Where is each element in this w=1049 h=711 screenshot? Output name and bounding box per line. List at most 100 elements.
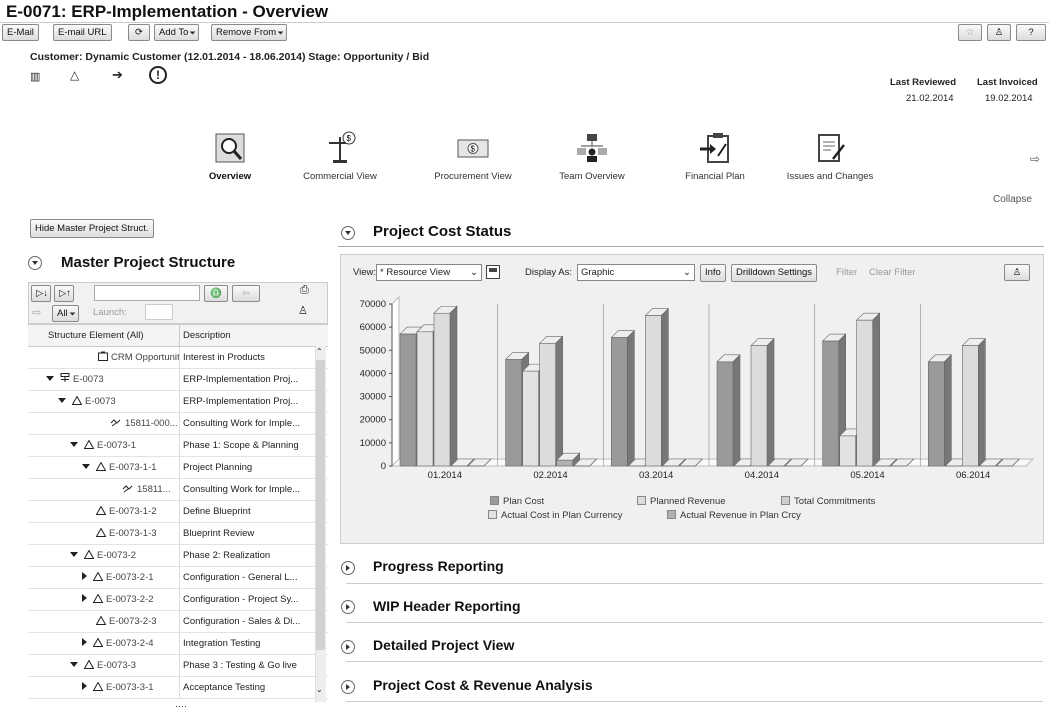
forward-arrow-icon[interactable]: ⇨	[32, 306, 41, 319]
collapsed-arrow-icon[interactable]	[82, 572, 87, 580]
binoculars-button[interactable]: ♎	[204, 285, 228, 302]
expand-progress-reporting-icon[interactable]	[341, 561, 355, 575]
expand-cost-revenue-icon[interactable]	[341, 680, 355, 694]
expanded-arrow-icon[interactable]	[46, 376, 54, 381]
structure-element-cell[interactable]: E-0073-2-2	[28, 589, 180, 611]
cost-revenue-analysis-section[interactable]: Project Cost & Revenue Analysis	[373, 677, 593, 693]
collapse-master-structure-icon[interactable]	[28, 256, 42, 270]
structure-element-cell[interactable]: E-0073-2-3	[28, 611, 180, 633]
nav-procurement-view[interactable]: $ Procurement View	[413, 131, 533, 182]
expand-button[interactable]: ▷↓	[31, 285, 51, 302]
table-row[interactable]: E-0073-3Phase 3 : Testing & Go live	[28, 655, 328, 677]
collapse-cost-status-icon[interactable]	[341, 226, 355, 240]
table-row[interactable]: E-0073-1-3Blueprint Review	[28, 523, 328, 545]
structure-search-input[interactable]	[94, 285, 200, 301]
email-button[interactable]: E-Mail	[2, 24, 39, 41]
scroll-up-icon[interactable]: ⌃	[316, 347, 323, 356]
launch-input[interactable]	[145, 304, 173, 320]
expand-detailed-view-icon[interactable]	[341, 640, 355, 654]
nav-issues-and-changes[interactable]: Issues and Changes	[770, 131, 890, 182]
description-cell: Project Planning	[183, 457, 313, 479]
col-structure-element[interactable]: Structure Element (All)	[28, 325, 180, 347]
structure-element-cell[interactable]: E-0073-2	[28, 545, 180, 567]
structure-element-cell[interactable]: E-0073-1-3	[28, 523, 180, 545]
expanded-arrow-icon[interactable]	[82, 464, 90, 469]
structure-element-cell[interactable]: E-0073-2-1	[28, 567, 180, 589]
filter-link[interactable]: Filter	[836, 267, 857, 278]
structure-element-cell[interactable]: E-0073-2-4	[28, 633, 180, 655]
personalize-button[interactable]: ♙	[987, 24, 1011, 41]
structure-element-cell[interactable]: 15811...	[28, 479, 180, 501]
table-row[interactable]: E-0073-1-1Project Planning	[28, 457, 328, 479]
favorite-button[interactable]: ☆	[958, 24, 982, 41]
expanded-arrow-icon[interactable]	[70, 662, 78, 667]
structure-element-cell[interactable]: CRM Opportunity...	[28, 347, 180, 369]
expanded-arrow-icon[interactable]	[58, 398, 66, 403]
table-row[interactable]: E-0073-2-4Integration Testing	[28, 633, 328, 655]
remove-from-button[interactable]: Remove From	[211, 24, 287, 41]
wip-header-reporting-section[interactable]: WIP Header Reporting	[373, 598, 521, 614]
x-tick-label: 02.2014	[533, 470, 567, 481]
expand-wip-header-icon[interactable]	[341, 600, 355, 614]
detailed-project-view-section[interactable]: Detailed Project View	[373, 637, 514, 653]
table-row[interactable]: E-0073-2Phase 2: Realization	[28, 545, 328, 567]
structure-element-cell[interactable]: E-0073	[28, 391, 180, 413]
display-as-select[interactable]: Graphic⌄	[577, 264, 695, 281]
money-icon: $	[456, 131, 490, 165]
refresh-button[interactable]: ⟳	[128, 24, 150, 41]
structure-element-cell[interactable]: E-0073	[28, 369, 180, 391]
table-row[interactable]: CRM Opportunity...Interest in Products	[28, 347, 328, 369]
structure-element-cell[interactable]: E-0073-1	[28, 435, 180, 457]
nav-financial-plan[interactable]: Financial Plan	[655, 131, 775, 182]
collapse-link[interactable]: Collapse	[993, 194, 1032, 205]
expanded-arrow-icon[interactable]	[70, 442, 78, 447]
scroll-down-icon[interactable]: ⌄	[316, 685, 323, 694]
table-row[interactable]: 15811...Consulting Work for Imple...	[28, 479, 328, 501]
save-icon[interactable]	[486, 265, 500, 279]
view-select[interactable]: * Resource View⌄	[376, 264, 482, 281]
structure-element-cell[interactable]: E-0073-3	[28, 655, 180, 677]
clear-filter-link[interactable]: Clear Filter	[869, 267, 915, 278]
collapse-button[interactable]: ▷↑	[54, 285, 74, 302]
add-to-button[interactable]: Add To	[154, 24, 199, 41]
legend-plan-cost: Plan Cost	[490, 496, 544, 507]
structure-element-cell[interactable]: E-0073-3-1	[28, 677, 180, 699]
table-row[interactable]: E-0073ERP-Implementation Proj...	[28, 391, 328, 413]
chart-icon[interactable]: ▥	[30, 70, 40, 83]
find-prev-button[interactable]: ⇦	[232, 285, 260, 302]
collapsed-arrow-icon[interactable]	[82, 594, 87, 602]
structure-element-cell[interactable]: E-0073-1-2	[28, 501, 180, 523]
customer-info: Customer: Dynamic Customer (12.01.2014 -…	[30, 51, 429, 63]
nav-team-overview[interactable]: Team Overview	[532, 131, 652, 182]
table-row[interactable]: E-0073-1-2Define Blueprint	[28, 501, 328, 523]
email-url-button[interactable]: E-mail URL	[53, 24, 112, 41]
hide-master-structure-button[interactable]: Hide Master Project Struct.	[30, 219, 154, 238]
expanded-arrow-icon[interactable]	[70, 552, 78, 557]
structure-element-cell[interactable]: E-0073-1-1	[28, 457, 180, 479]
table-row[interactable]: 15811-000...Consulting Work for Imple...	[28, 413, 328, 435]
progress-reporting-section[interactable]: Progress Reporting	[373, 558, 504, 574]
collapsed-arrow-icon[interactable]	[82, 682, 87, 690]
bar-plan-cost-3	[717, 362, 733, 466]
bar-actual-cost-in-plan-currency-4	[840, 436, 856, 466]
table-row[interactable]: E-0073-2-3Configuration - Sales & Di...	[28, 611, 328, 633]
drilldown-settings-button[interactable]: Drilldown Settings	[731, 264, 817, 282]
structure-element-cell[interactable]: 15811-000...	[28, 413, 180, 435]
nav-next-arrow-icon[interactable]: ⇨	[1030, 152, 1040, 166]
table-row[interactable]: E-0073-2-1Configuration - General L...	[28, 567, 328, 589]
all-dropdown[interactable]: All	[52, 305, 79, 322]
col-description[interactable]: Description	[183, 325, 231, 347]
print-icon[interactable]: ⎙	[300, 284, 309, 297]
table-row[interactable]: E-0073-3-1Acceptance Testing	[28, 677, 328, 699]
nav-commercial-view[interactable]: $ Commercial View	[280, 131, 400, 182]
info-button[interactable]: Info	[700, 264, 726, 282]
table-row[interactable]: E-0073ERP-Implementation Proj...	[28, 369, 328, 391]
nav-overview[interactable]: Overview	[170, 131, 290, 182]
scrollbar-thumb[interactable]	[316, 360, 325, 650]
table-row[interactable]: E-0073-1Phase 1: Scope & Planning	[28, 435, 328, 457]
table-row[interactable]: E-0073-2-2Configuration - Project Sy...	[28, 589, 328, 611]
settings-person-icon[interactable]: ♙	[298, 304, 308, 317]
chart-settings-button[interactable]: ♙	[1004, 264, 1030, 281]
help-button[interactable]: ?	[1016, 24, 1046, 41]
collapsed-arrow-icon[interactable]	[82, 638, 87, 646]
